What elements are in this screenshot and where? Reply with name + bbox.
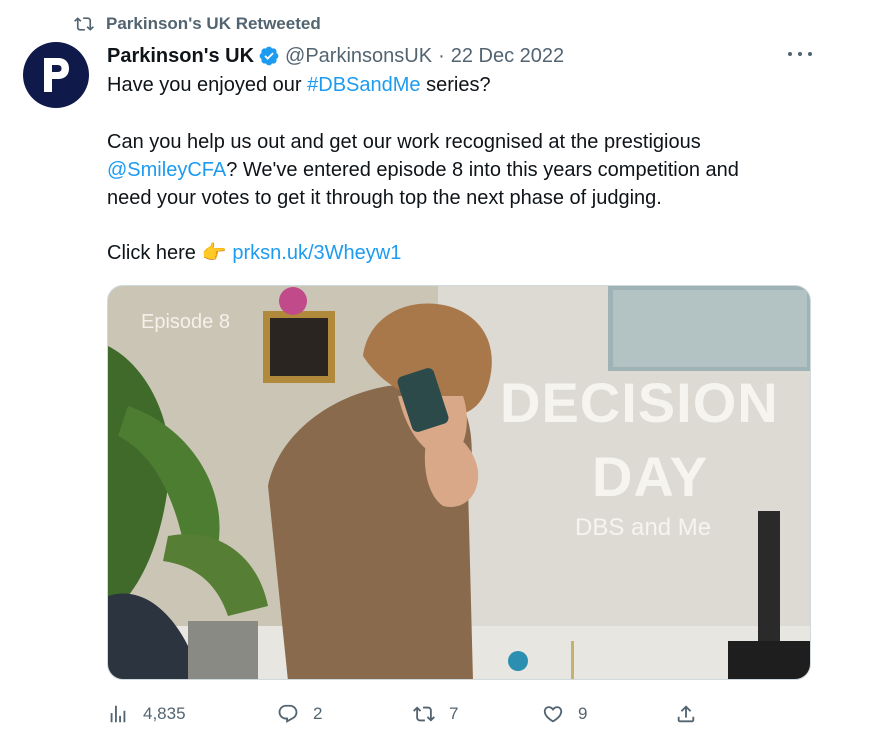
views-count: 4,835: [143, 704, 186, 723]
video-title-line1: DECISION: [500, 371, 779, 434]
more-dot: [798, 52, 802, 56]
views-button[interactable]: 4,835: [107, 700, 186, 728]
verified-badge-icon: [259, 46, 279, 66]
episode-label: Episode 8: [141, 311, 230, 333]
url-link[interactable]: prksn.uk/3Wheyw1: [232, 242, 401, 264]
tweet-date[interactable]: 22 Dec 2022: [451, 45, 564, 68]
retweet-label: Parkinson's UK Retweeted: [106, 14, 321, 33]
tweet-text-line: Have you enjoyed our #DBSandMe series?: [107, 71, 491, 99]
reply-button[interactable]: 2: [277, 700, 322, 728]
tweet-text-line: @SmileyCFA? We've entered episode 8 into…: [107, 156, 739, 184]
retweet-button[interactable]: 7: [413, 700, 458, 728]
text-segment: series?: [420, 74, 491, 96]
more-options-button[interactable]: [786, 44, 814, 64]
analytics-icon: [110, 705, 126, 723]
reply-count: 2: [313, 704, 323, 723]
author-name[interactable]: Parkinson's UK: [107, 45, 254, 68]
retweet-icon: [413, 706, 435, 722]
like-button[interactable]: 9: [542, 700, 587, 728]
parkinsons-logo-icon: [44, 58, 69, 92]
avatar[interactable]: [23, 42, 89, 108]
video-thumbnail[interactable]: Episode 8 DECISION DAY DBS and Me: [107, 285, 811, 680]
more-dot: [808, 52, 812, 56]
hashtag-link[interactable]: #DBSandMe: [307, 74, 420, 96]
pointing-hand-emoji: 👉: [201, 242, 227, 264]
tweet-header: Parkinson's UK @ParkinsonsUK · 22 Dec 20…: [107, 43, 564, 69]
retweet-banner[interactable]: Parkinson's UK Retweeted: [74, 12, 321, 36]
more-dot: [788, 52, 792, 56]
like-count: 9: [578, 704, 588, 723]
tweet-text-line: need your votes to get it through top th…: [107, 187, 662, 209]
video-title-line2: DAY: [592, 445, 709, 508]
retweet-count: 7: [449, 704, 459, 723]
author-handle[interactable]: @ParkinsonsUK: [285, 45, 432, 68]
retweet-icon: [74, 17, 94, 31]
mention-link[interactable]: @SmileyCFA: [107, 159, 226, 181]
tweet-actions-bar: 4,835 2 7 9: [107, 700, 811, 728]
text-segment: ? We've entered episode 8 into this year…: [226, 159, 739, 181]
share-icon: [677, 705, 695, 723]
reply-icon: [278, 704, 298, 723]
tweet-text-line: Can you help us out and get our work rec…: [107, 131, 701, 153]
heart-icon: [543, 706, 563, 723]
video-subtitle: DBS and Me: [575, 514, 712, 541]
text-segment: Click here: [107, 242, 202, 264]
tweet-text-line: Click here 👉 prksn.uk/3Wheyw1: [107, 239, 401, 267]
separator-dot: ·: [438, 44, 445, 67]
text-segment: Have you enjoyed our: [107, 74, 308, 96]
share-button[interactable]: [675, 700, 711, 728]
